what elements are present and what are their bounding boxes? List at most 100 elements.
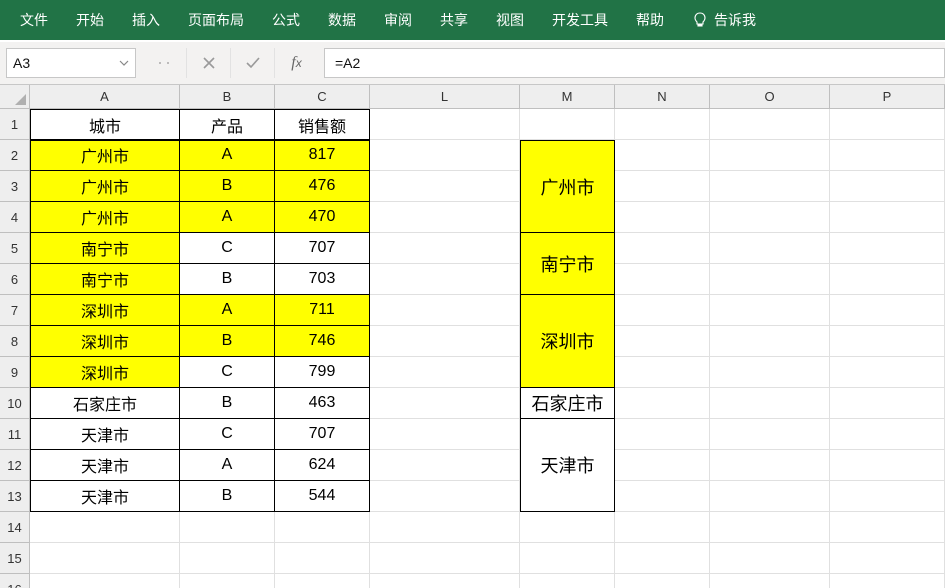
col-header-N[interactable]: N (615, 85, 710, 109)
cell-B1[interactable]: 产品 (180, 109, 275, 140)
cell-A13[interactable]: 天津市 (30, 481, 180, 512)
cell-A6[interactable]: 南宁市 (30, 264, 180, 295)
cell-A2[interactable]: 广州市 (30, 140, 180, 171)
cell-N14[interactable] (615, 512, 710, 543)
cell-A5[interactable]: 南宁市 (30, 233, 180, 264)
cell-A7[interactable]: 深圳市 (30, 295, 180, 326)
ribbon-tab-6[interactable]: 审阅 (370, 0, 426, 40)
name-box[interactable]: A3 (6, 48, 136, 78)
col-header-C[interactable]: C (275, 85, 370, 109)
merged-cell-M-11-13[interactable]: 天津市 (520, 419, 615, 512)
cell-A8[interactable]: 深圳市 (30, 326, 180, 357)
row-header-13[interactable]: 13 (0, 481, 30, 512)
cell-O14[interactable] (710, 512, 830, 543)
cell-L13[interactable] (370, 481, 520, 512)
ribbon-tab-10[interactable]: 帮助 (622, 0, 678, 40)
cell-N4[interactable] (615, 202, 710, 233)
cell-A4[interactable]: 广州市 (30, 202, 180, 233)
cell-N10[interactable] (615, 388, 710, 419)
cell-P12[interactable] (830, 450, 945, 481)
row-header-3[interactable]: 3 (0, 171, 30, 202)
cell-O5[interactable] (710, 233, 830, 264)
cell-A11[interactable]: 天津市 (30, 419, 180, 450)
cell-P3[interactable] (830, 171, 945, 202)
cell-C15[interactable] (275, 543, 370, 574)
cell-C8[interactable]: 746 (275, 326, 370, 357)
ribbon-tab-7[interactable]: 共享 (426, 0, 482, 40)
cell-M15[interactable] (520, 543, 615, 574)
cell-N11[interactable] (615, 419, 710, 450)
col-header-M[interactable]: M (520, 85, 615, 109)
tell-me-button[interactable]: 告诉我 (678, 0, 764, 40)
cell-N6[interactable] (615, 264, 710, 295)
cell-O11[interactable] (710, 419, 830, 450)
cell-O15[interactable] (710, 543, 830, 574)
cell-P15[interactable] (830, 543, 945, 574)
cell-A15[interactable] (30, 543, 180, 574)
ribbon-tab-1[interactable]: 开始 (62, 0, 118, 40)
cell-B12[interactable]: A (180, 450, 275, 481)
row-header-12[interactable]: 12 (0, 450, 30, 481)
cell-C1[interactable]: 销售额 (275, 109, 370, 140)
cell-B13[interactable]: B (180, 481, 275, 512)
cell-B14[interactable] (180, 512, 275, 543)
cell-B3[interactable]: B (180, 171, 275, 202)
cell-P2[interactable] (830, 140, 945, 171)
row-header-15[interactable]: 15 (0, 543, 30, 574)
cell-O4[interactable] (710, 202, 830, 233)
cell-B15[interactable] (180, 543, 275, 574)
ribbon-tab-3[interactable]: 页面布局 (174, 0, 258, 40)
cell-M14[interactable] (520, 512, 615, 543)
cell-P5[interactable] (830, 233, 945, 264)
row-header-9[interactable]: 9 (0, 357, 30, 388)
cell-B2[interactable]: A (180, 140, 275, 171)
cell-B16[interactable] (180, 574, 275, 588)
row-header-4[interactable]: 4 (0, 202, 30, 233)
cell-P8[interactable] (830, 326, 945, 357)
cell-L4[interactable] (370, 202, 520, 233)
cell-O1[interactable] (710, 109, 830, 140)
cell-O7[interactable] (710, 295, 830, 326)
cell-L8[interactable] (370, 326, 520, 357)
cell-L14[interactable] (370, 512, 520, 543)
cell-N13[interactable] (615, 481, 710, 512)
cell-L12[interactable] (370, 450, 520, 481)
cell-C7[interactable]: 711 (275, 295, 370, 326)
cell-C13[interactable]: 544 (275, 481, 370, 512)
cell-N16[interactable] (615, 574, 710, 588)
cell-B8[interactable]: B (180, 326, 275, 357)
ribbon-tab-8[interactable]: 视图 (482, 0, 538, 40)
cell-L11[interactable] (370, 419, 520, 450)
cell-B7[interactable]: A (180, 295, 275, 326)
cell-O2[interactable] (710, 140, 830, 171)
cell-O10[interactable] (710, 388, 830, 419)
cell-N2[interactable] (615, 140, 710, 171)
ribbon-tab-5[interactable]: 数据 (314, 0, 370, 40)
cell-P11[interactable] (830, 419, 945, 450)
cell-A14[interactable] (30, 512, 180, 543)
merged-cell-M-7-9[interactable]: 深圳市 (520, 295, 615, 388)
merged-cell-M-2-4[interactable]: 广州市 (520, 140, 615, 233)
cell-L15[interactable] (370, 543, 520, 574)
cell-B6[interactable]: B (180, 264, 275, 295)
cell-A9[interactable]: 深圳市 (30, 357, 180, 388)
cell-C5[interactable]: 707 (275, 233, 370, 264)
cell-M1[interactable] (520, 109, 615, 140)
cell-L9[interactable] (370, 357, 520, 388)
row-header-8[interactable]: 8 (0, 326, 30, 357)
cell-O13[interactable] (710, 481, 830, 512)
cell-B11[interactable]: C (180, 419, 275, 450)
col-header-B[interactable]: B (180, 85, 275, 109)
cell-P16[interactable] (830, 574, 945, 588)
cell-C3[interactable]: 476 (275, 171, 370, 202)
cell-M16[interactable] (520, 574, 615, 588)
cell-C9[interactable]: 799 (275, 357, 370, 388)
cell-L3[interactable] (370, 171, 520, 202)
cell-P14[interactable] (830, 512, 945, 543)
select-all-button[interactable] (0, 85, 30, 109)
cell-P6[interactable] (830, 264, 945, 295)
cell-N1[interactable] (615, 109, 710, 140)
row-header-7[interactable]: 7 (0, 295, 30, 326)
cell-B5[interactable]: C (180, 233, 275, 264)
col-header-A[interactable]: A (30, 85, 180, 109)
